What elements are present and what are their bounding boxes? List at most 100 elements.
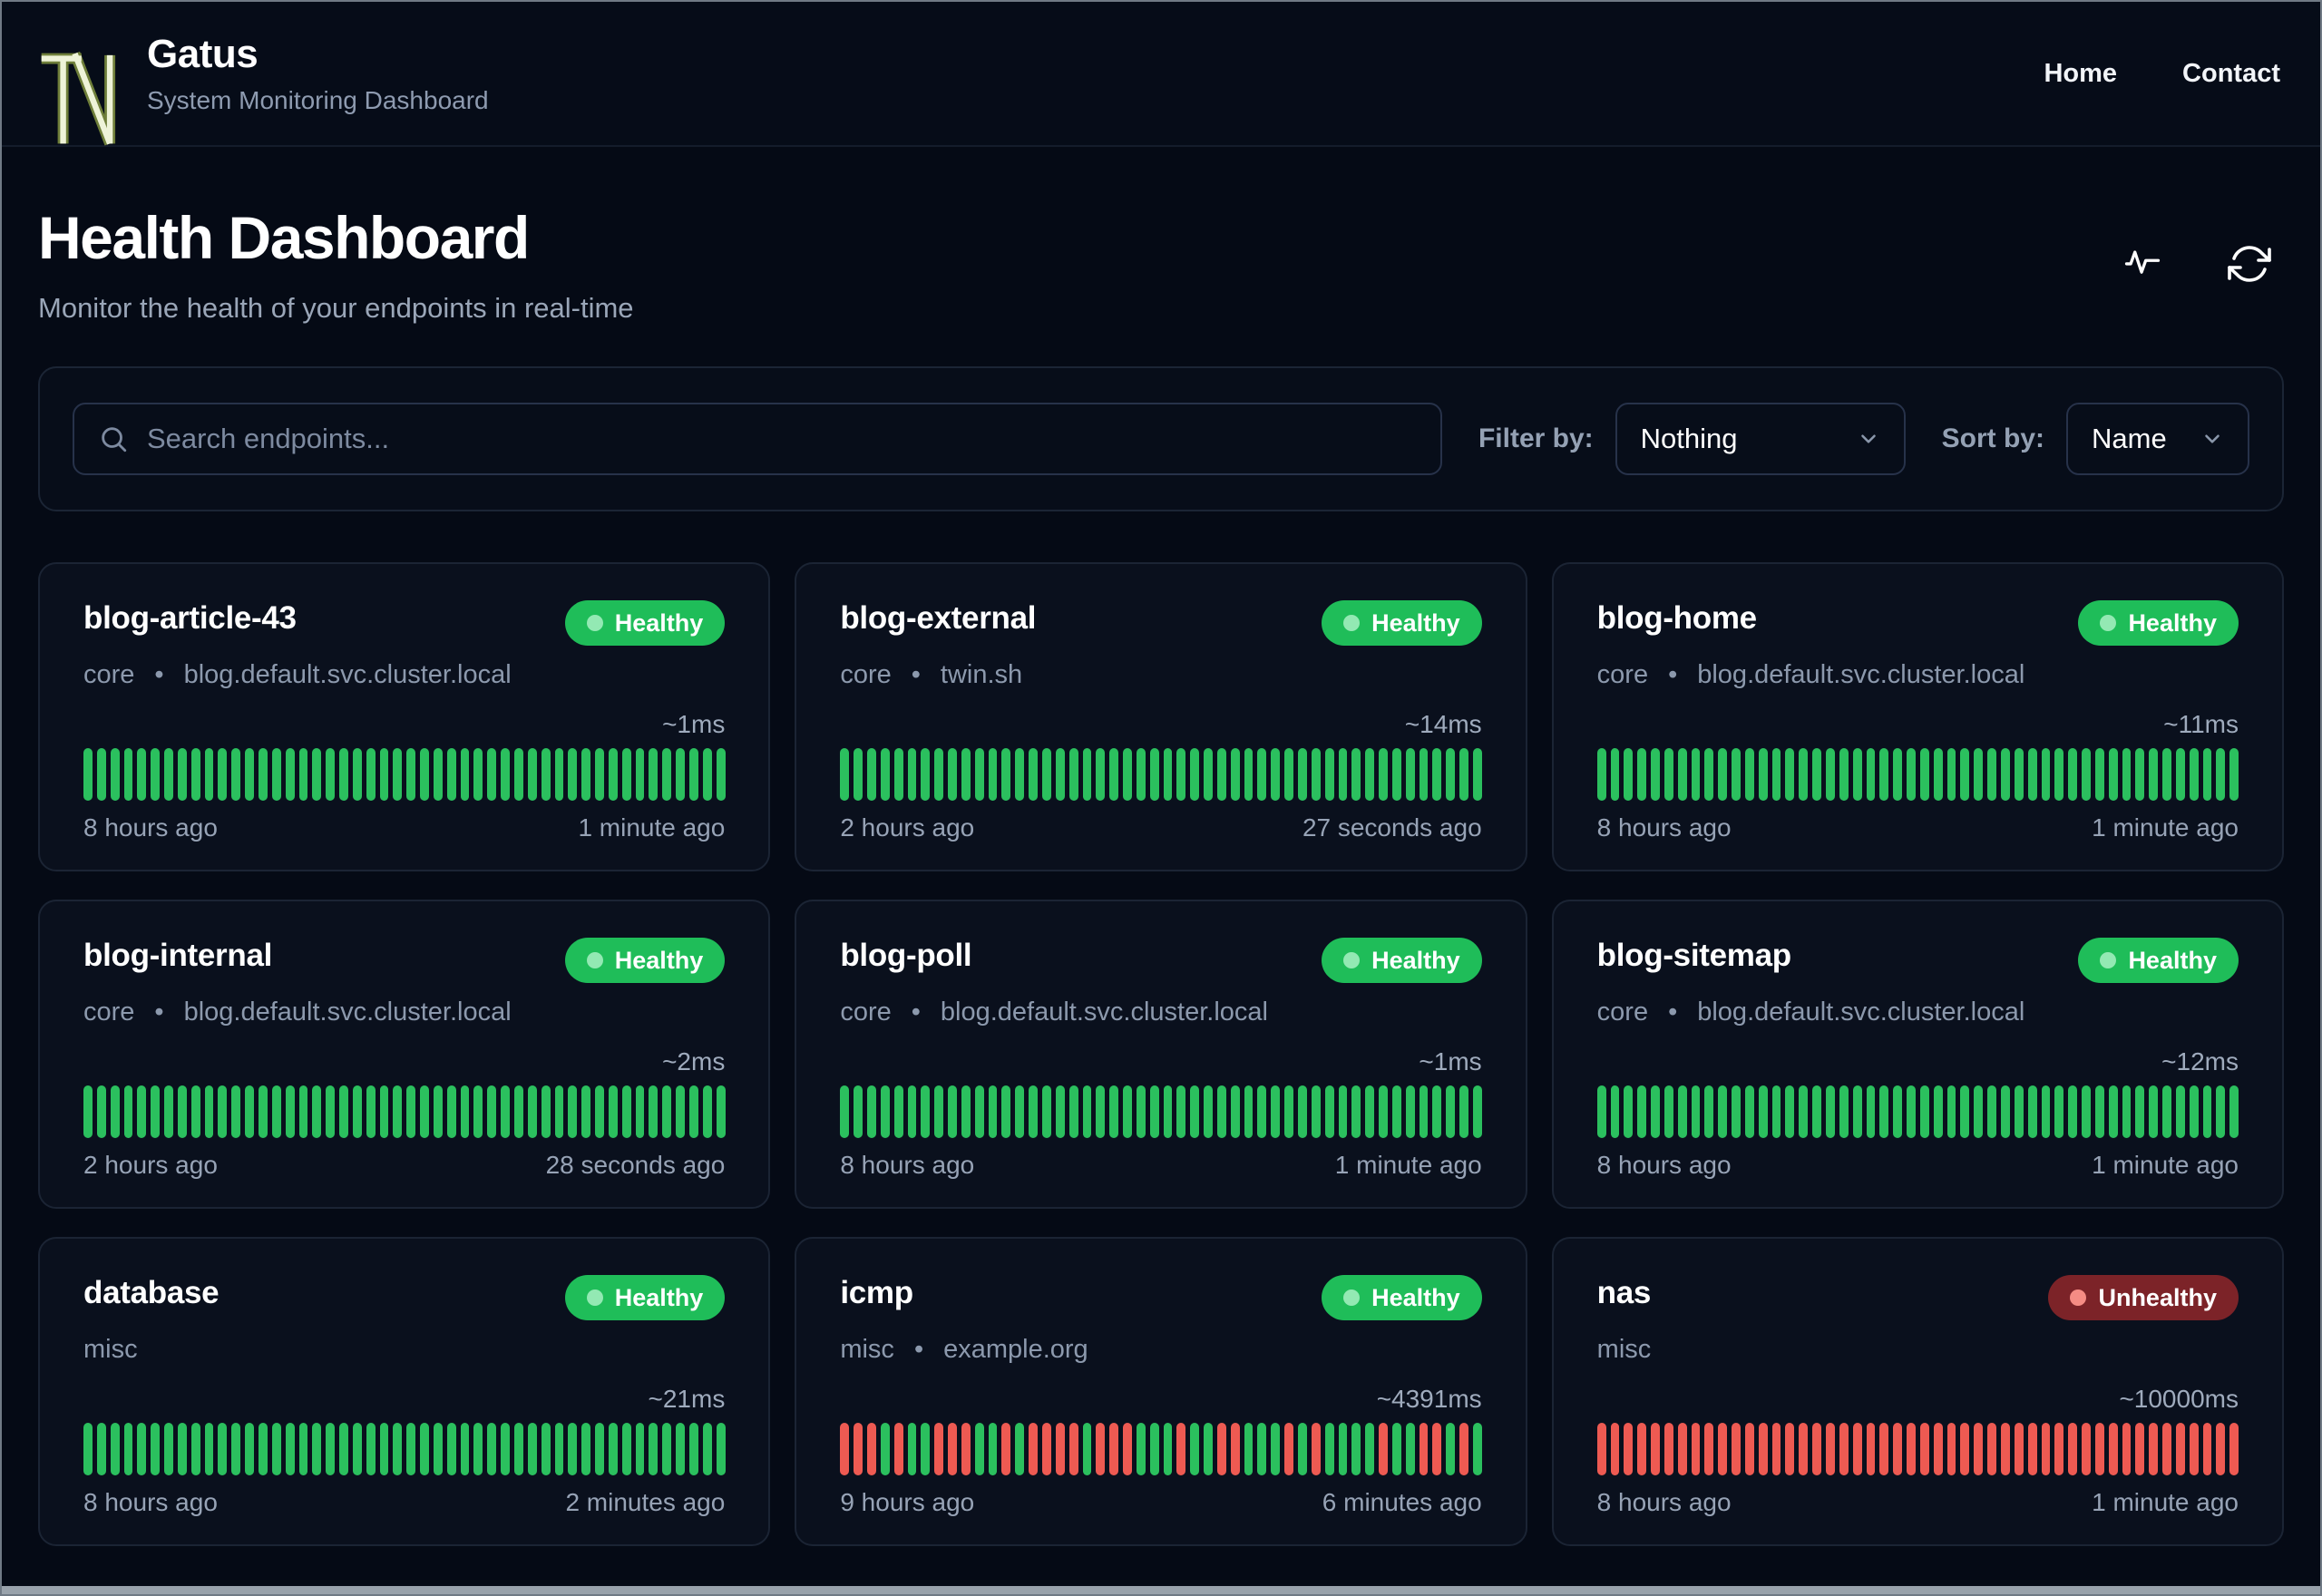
history-bar[interactable]	[1637, 748, 1647, 801]
history-bar[interactable]	[948, 748, 957, 801]
history-bar[interactable]	[2041, 1423, 2051, 1475]
history-bar[interactable]	[867, 1085, 876, 1138]
history-bar[interactable]	[1960, 1423, 1970, 1475]
history-bar[interactable]	[1744, 1085, 1754, 1138]
history-bar[interactable]	[1082, 748, 1092, 801]
history-bar[interactable]	[880, 748, 890, 801]
history-bar[interactable]	[1771, 748, 1781, 801]
history-bar[interactable]	[608, 748, 618, 801]
history-bar[interactable]	[190, 1423, 200, 1475]
history-bar[interactable]	[1946, 1423, 1956, 1475]
history-bar[interactable]	[312, 748, 322, 801]
history-bar[interactable]	[554, 748, 564, 801]
history-bar[interactable]	[1893, 1423, 1903, 1475]
history-bar[interactable]	[2175, 1423, 2185, 1475]
search-box[interactable]	[73, 403, 1442, 475]
history-bar[interactable]	[123, 748, 133, 801]
history-bar[interactable]	[190, 748, 200, 801]
history-bar[interactable]	[1082, 1423, 1092, 1475]
history-bar[interactable]	[96, 748, 106, 801]
history-bar[interactable]	[352, 748, 362, 801]
history-bar[interactable]	[688, 1085, 698, 1138]
history-bar[interactable]	[676, 1085, 685, 1138]
history-bar[interactable]	[1419, 1423, 1429, 1475]
history-bar[interactable]	[907, 748, 917, 801]
history-bar[interactable]	[258, 748, 268, 801]
history-bar[interactable]	[2216, 748, 2226, 801]
history-bar[interactable]	[1596, 748, 1606, 801]
history-bar[interactable]	[621, 1085, 631, 1138]
history-bar[interactable]	[662, 748, 672, 801]
history-bar[interactable]	[258, 1423, 268, 1475]
history-bar[interactable]	[1391, 748, 1401, 801]
history-bar[interactable]	[716, 748, 726, 801]
history-bar[interactable]	[2014, 748, 2024, 801]
history-bar[interactable]	[1176, 1423, 1186, 1475]
history-bar[interactable]	[2122, 748, 2132, 801]
history-bar[interactable]	[1704, 1423, 1714, 1475]
history-bar[interactable]	[1432, 1085, 1442, 1138]
history-bar[interactable]	[271, 1085, 281, 1138]
history-bar[interactable]	[1216, 1085, 1226, 1138]
history-bar[interactable]	[1960, 1085, 1970, 1138]
history-bar[interactable]	[2202, 1085, 2212, 1138]
history-bar[interactable]	[2041, 748, 2051, 801]
history-bar[interactable]	[83, 1423, 93, 1475]
activity-button[interactable]	[2124, 242, 2168, 286]
history-bar[interactable]	[2054, 1423, 2064, 1475]
history-bar[interactable]	[366, 1085, 376, 1138]
history-bar[interactable]	[1149, 748, 1159, 801]
history-bar[interactable]	[1946, 1085, 1956, 1138]
history-bar[interactable]	[854, 748, 863, 801]
history-bar[interactable]	[2082, 1085, 2091, 1138]
history-bar[interactable]	[1432, 748, 1442, 801]
history-bar[interactable]	[1879, 1423, 1889, 1475]
history-bar[interactable]	[446, 1085, 456, 1138]
history-bar[interactable]	[1919, 748, 1929, 801]
history-bar[interactable]	[1109, 1423, 1119, 1475]
history-bar[interactable]	[245, 1085, 254, 1138]
history-bar[interactable]	[1298, 1423, 1307, 1475]
history-bar[interactable]	[568, 1085, 578, 1138]
history-bar[interactable]	[1432, 1423, 1442, 1475]
history-bar[interactable]	[110, 748, 120, 801]
history-bar[interactable]	[1758, 748, 1768, 801]
history-bar[interactable]	[177, 748, 187, 801]
history-bar[interactable]	[988, 748, 998, 801]
history-bar[interactable]	[1163, 748, 1173, 801]
history-bar[interactable]	[688, 748, 698, 801]
history-bar[interactable]	[204, 748, 214, 801]
history-bar[interactable]	[676, 1423, 685, 1475]
history-bar[interactable]	[1651, 748, 1660, 801]
history-bar[interactable]	[2189, 1423, 2199, 1475]
nav-link-contact[interactable]: Contact	[2182, 59, 2280, 89]
history-bar[interactable]	[285, 748, 295, 801]
history-bar[interactable]	[907, 1423, 917, 1475]
history-bar[interactable]	[1298, 748, 1307, 801]
history-bar[interactable]	[151, 1085, 161, 1138]
history-bar[interactable]	[527, 1085, 537, 1138]
history-bar[interactable]	[1826, 748, 1835, 801]
history-bar[interactable]	[974, 1423, 984, 1475]
history-bar[interactable]	[2135, 1085, 2145, 1138]
history-bar[interactable]	[1379, 1423, 1388, 1475]
history-bar[interactable]	[2027, 1085, 2037, 1138]
search-input[interactable]	[147, 423, 1417, 455]
history-bar[interactable]	[840, 748, 850, 801]
history-bar[interactable]	[1163, 1423, 1173, 1475]
history-bar[interactable]	[1149, 1423, 1159, 1475]
history-bar[interactable]	[1907, 748, 1916, 801]
history-bar[interactable]	[1405, 748, 1415, 801]
history-bar[interactable]	[1852, 748, 1862, 801]
history-bar[interactable]	[2027, 1423, 2037, 1475]
history-bar[interactable]	[312, 1423, 322, 1475]
history-bar[interactable]	[110, 1423, 120, 1475]
history-bar[interactable]	[649, 1085, 659, 1138]
history-bar[interactable]	[96, 1423, 106, 1475]
history-bar[interactable]	[2216, 1085, 2226, 1138]
history-bar[interactable]	[1204, 1085, 1213, 1138]
history-bar[interactable]	[961, 1423, 971, 1475]
history-bar[interactable]	[1919, 1085, 1929, 1138]
history-bar[interactable]	[1284, 1085, 1294, 1138]
history-bar[interactable]	[554, 1423, 564, 1475]
